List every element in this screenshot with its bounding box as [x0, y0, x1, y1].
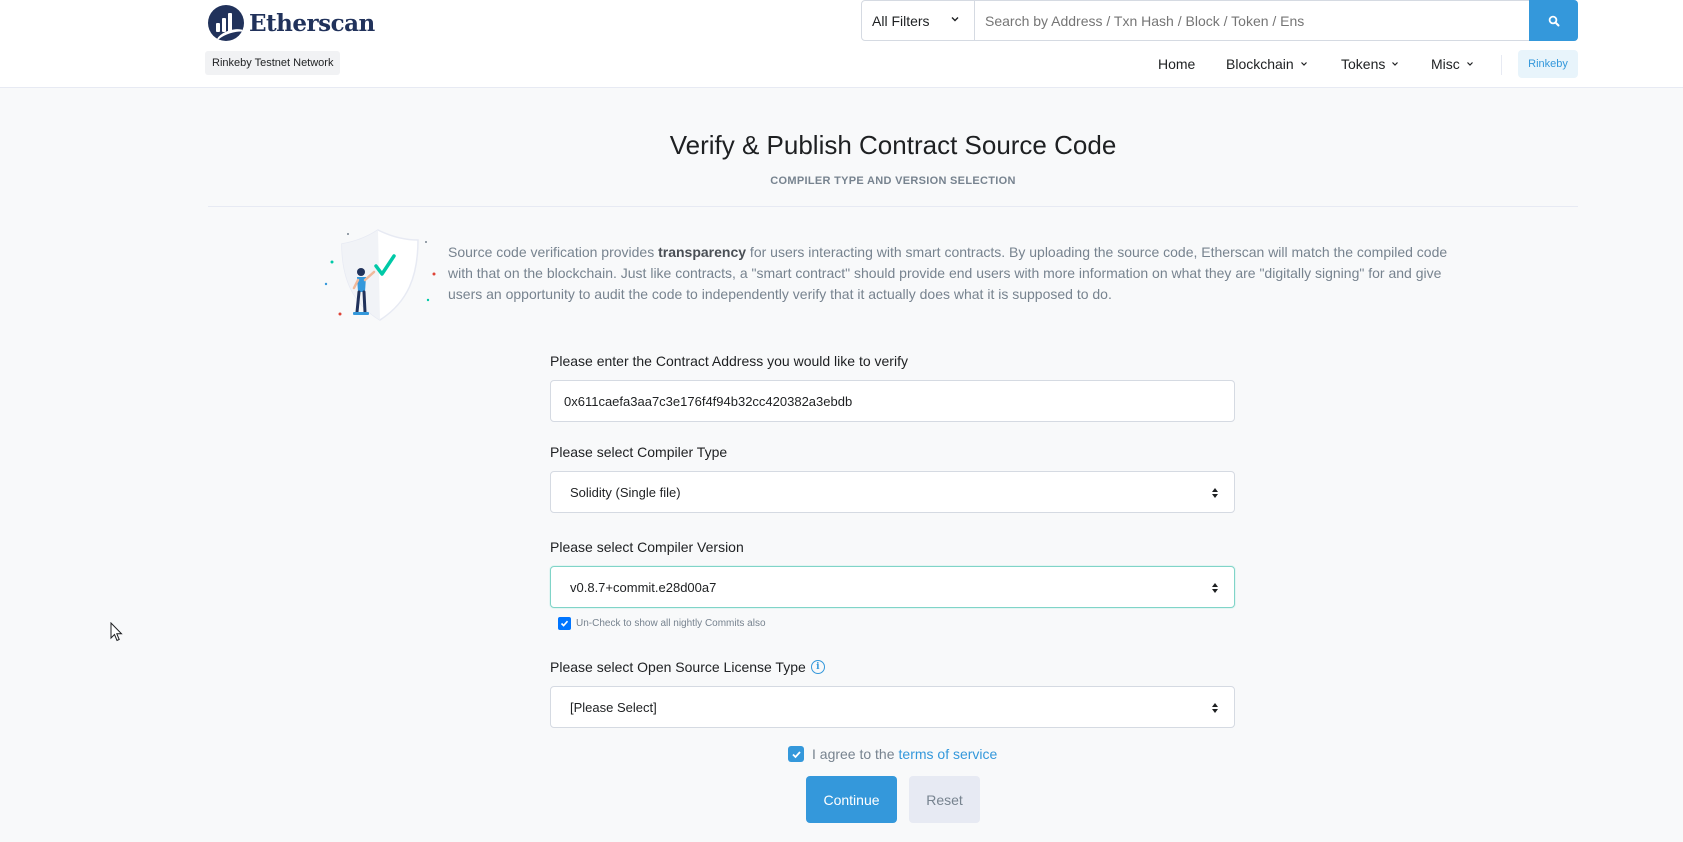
logo-text: Etherscan: [249, 9, 375, 37]
etherscan-logo-icon: [208, 5, 244, 41]
intro-text: Source code verification provides transp…: [448, 242, 1463, 305]
search-icon: [1548, 15, 1559, 26]
license-type-label-text: Please select Open Source License Type: [550, 659, 806, 675]
chevron-down-icon: [1466, 62, 1473, 66]
license-type-select[interactable]: [Please Select]: [550, 686, 1235, 728]
nightly-commits-option: Un-Check to show all nightly Commits als…: [558, 617, 766, 630]
nav-tokens[interactable]: Tokens: [1341, 51, 1399, 77]
search-bar: All Filters: [861, 0, 1578, 41]
site-header: Etherscan Rinkeby Testnet Network All Fi…: [0, 0, 1683, 88]
contract-address-value: 0x611caefa3aa7c3e176f4f94b32cc420382a3eb…: [564, 393, 853, 409]
compiler-type-value: Solidity (Single file): [570, 484, 681, 500]
nav-home-label: Home: [1158, 56, 1196, 72]
terms-checkbox[interactable]: [788, 746, 804, 762]
page-subtitle: COMPILER TYPE AND VERSION SELECTION: [770, 175, 1016, 187]
compiler-version-label: Please select Compiler Version: [550, 539, 744, 555]
search-filter-select[interactable]: All Filters: [862, 1, 975, 40]
chevron-down-icon: [951, 17, 959, 22]
search-input[interactable]: [975, 1, 1529, 40]
select-arrows-icon: [1212, 488, 1218, 498]
compiler-version-value: v0.8.7+commit.e28d00a7: [570, 579, 717, 595]
search-button[interactable]: [1529, 0, 1578, 41]
nightly-commits-label: Un-Check to show all nightly Commits als…: [576, 618, 766, 629]
chevron-down-icon: [1392, 62, 1399, 66]
mouse-cursor-icon: [110, 622, 123, 642]
compiler-version-select[interactable]: v0.8.7+commit.e28d00a7: [550, 566, 1235, 608]
nav-tokens-label: Tokens: [1341, 56, 1386, 72]
nightly-commits-checkbox[interactable]: [558, 617, 571, 630]
search-filter-label: All Filters: [872, 12, 930, 29]
select-arrows-icon: [1212, 583, 1218, 593]
nav-divider: [1501, 55, 1502, 75]
section-divider: [208, 206, 1578, 207]
page-title: Verify & Publish Contract Source Code: [669, 130, 1117, 160]
compiler-type-label: Please select Compiler Type: [550, 444, 728, 460]
terms-agreement: I agree to the terms of service: [788, 746, 997, 762]
continue-button[interactable]: Continue: [806, 776, 897, 823]
select-arrows-icon: [1212, 703, 1218, 713]
verification-illustration: [324, 229, 436, 321]
contract-address-label: Please enter the Contract Address you wo…: [550, 353, 908, 369]
nav-misc-label: Misc: [1431, 56, 1460, 72]
network-badge: Rinkeby Testnet Network: [205, 51, 341, 75]
intro-text-bold: transparency: [658, 244, 747, 260]
license-type-value: [Please Select]: [570, 699, 657, 715]
license-type-label: Please select Open Source License Type i: [550, 659, 825, 675]
contract-address-input[interactable]: 0x611caefa3aa7c3e176f4f94b32cc420382a3eb…: [550, 380, 1235, 422]
terms-of-service-link[interactable]: terms of service: [899, 746, 998, 762]
chevron-down-icon: [1300, 62, 1307, 66]
reset-button[interactable]: Reset: [909, 776, 980, 823]
info-icon[interactable]: i: [810, 660, 825, 674]
intro-text-before: Source code verification provides: [448, 244, 659, 260]
check-icon: [560, 620, 569, 627]
nav-blockchain-label: Blockchain: [1226, 56, 1294, 72]
nav-home[interactable]: Home: [1158, 51, 1195, 77]
nav-misc[interactable]: Misc: [1431, 51, 1474, 77]
terms-agree-text: I agree to the: [812, 746, 895, 762]
etherscan-logo[interactable]: Etherscan: [208, 5, 375, 41]
check-icon: [791, 750, 801, 758]
nav-blockchain[interactable]: Blockchain: [1226, 51, 1308, 77]
network-switch-button[interactable]: Rinkeby: [1518, 50, 1578, 78]
compiler-type-select[interactable]: Solidity (Single file): [550, 471, 1235, 513]
